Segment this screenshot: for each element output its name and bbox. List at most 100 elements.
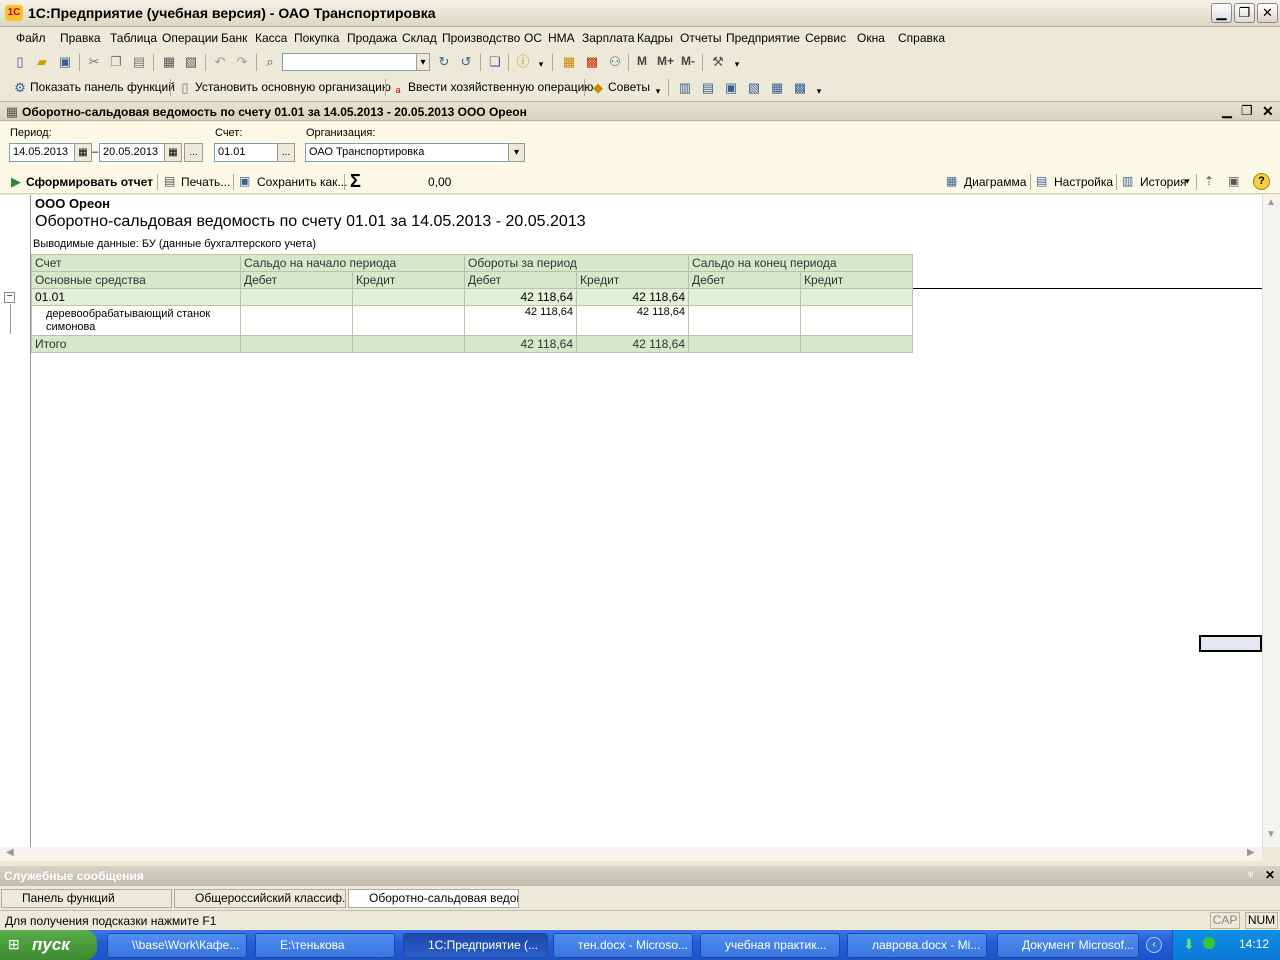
menu-purchase[interactable]: Покупка [294,31,339,45]
show-panel-button[interactable]: Показать панель функций [30,80,175,94]
pin-icon[interactable]: ᵠ [1248,868,1253,882]
info-dropdown-icon[interactable]: ▾ [533,56,549,72]
service-close-button[interactable]: ✕ [1265,868,1275,882]
vertical-scrollbar[interactable]: ▲ ▼ [1262,195,1280,847]
save-icon[interactable]: ▣ [57,54,73,70]
tab-classifier[interactable]: Общероссийский классиф... [174,889,346,908]
scroll-up-icon[interactable]: ▲ [1266,197,1276,208]
task-practice[interactable]: учебная практик... [700,933,840,958]
minimize-button[interactable]: ▁ [1211,3,1232,23]
period-from-field[interactable]: 14.05.2013 [9,143,75,162]
tools-icon[interactable]: ⚒ [710,54,726,70]
task-base-work[interactable]: \\base\Work\Кафе... [107,933,247,958]
find-next-icon[interactable]: ↻ [436,54,452,70]
menu-operations[interactable]: Операции [162,31,218,45]
analysis-icon[interactable]: ▧ [746,80,762,96]
task-document[interactable]: Документ Microsof... [997,933,1139,958]
menu-file[interactable]: Файл [16,31,46,45]
doc-restore-button[interactable]: ❐ [1241,103,1253,119]
menu-os[interactable]: ОС [524,31,542,45]
scroll-left-icon[interactable]: ◀ [6,847,14,858]
set-organization-button[interactable]: Установить основную организацию [195,80,391,94]
balance-icon[interactable]: ▤ [700,80,716,96]
task-ten-docx[interactable]: тен.docx - Microso... [553,933,693,958]
undo-icon[interactable]: ↶ [212,54,228,70]
calendar-from-icon[interactable]: ▦ [74,143,92,162]
reports-dropdown-icon[interactable]: ▾ [811,83,827,99]
scroll-right-icon[interactable]: ▶ [1247,847,1255,858]
users-icon[interactable]: ⚇ [607,54,623,70]
register-icon[interactable]: ▦ [769,80,785,96]
account-field[interactable]: 01.01 [214,143,278,162]
collapse-group-icon[interactable]: − [4,292,15,303]
print-icon[interactable]: ▦ [161,54,177,70]
history-button[interactable]: История [1140,175,1187,189]
card-icon[interactable]: ▣ [723,80,739,96]
memory-minus-button[interactable]: M- [681,54,695,68]
organization-dropdown-icon[interactable]: ▾ [508,143,525,162]
new-document-icon[interactable]: ▯ [12,54,28,70]
search-dropdown-icon[interactable]: ▾ [416,53,430,71]
menu-edit[interactable]: Правка [60,31,101,45]
menu-sales[interactable]: Продажа [347,31,397,45]
menu-nma[interactable]: НМА [548,31,575,45]
menu-cash[interactable]: Касса [255,31,287,45]
windows-icon[interactable]: ❏ [487,54,503,70]
menu-reports[interactable]: Отчеты [680,31,721,45]
menu-help[interactable]: Справка [898,31,945,45]
tray-expand-icon[interactable]: ‹ [1146,937,1162,953]
period-to-field[interactable]: 20.05.2013 [99,143,165,162]
menu-production[interactable]: Производство [442,31,520,45]
table-row-detail[interactable]: деревообрабатывающий станок симонова 42 … [31,305,913,336]
memory-plus-button[interactable]: M+ [657,54,674,68]
enter-operation-button[interactable]: Ввести хозяйственную операцию [408,80,593,94]
menu-enterprise[interactable]: Предприятие [726,31,800,45]
export-icon[interactable]: ⇡ [1204,174,1214,188]
print-button[interactable]: Печать... [181,175,230,189]
organization-field[interactable]: ОАО Транспортировка [305,143,509,162]
close-button[interactable]: ✕ [1257,3,1278,23]
period-select-button[interactable]: ... [184,143,203,162]
menu-service[interactable]: Сервис [805,31,846,45]
menu-windows[interactable]: Окна [857,31,885,45]
save-settings-icon[interactable]: ▣ [1228,174,1239,188]
menu-warehouse[interactable]: Склад [402,31,437,45]
active-cell-cursor[interactable] [1199,635,1262,652]
task-tenkova[interactable]: E:\тенькова [255,933,395,958]
table-row-total[interactable]: Итого 42 118,64 42 118,64 [31,335,913,353]
paste-icon[interactable]: ▤ [131,54,147,70]
tips-dropdown-icon[interactable]: ▾ [650,83,666,99]
network-icon[interactable] [1203,937,1215,949]
menu-salary[interactable]: Зарплата [582,31,635,45]
search-icon[interactable]: ⌕ [262,54,278,70]
tools-dropdown-icon[interactable]: ▾ [729,56,745,72]
menu-bank[interactable]: Банк [221,31,247,45]
find-prev-icon[interactable]: ↺ [458,54,474,70]
print-preview-icon[interactable]: ▧ [183,54,199,70]
restore-button[interactable]: ❐ [1234,3,1255,23]
task-lavrova-docx[interactable]: лаврова.docx - Mi... [847,933,987,958]
cut-icon[interactable]: ✂ [86,54,102,70]
menu-hr[interactable]: Кадры [637,31,673,45]
tips-button[interactable]: Советы [608,80,650,94]
tab-balance-sheet[interactable]: Оборотно-сальдовая ведом... [348,889,519,908]
calculator-icon[interactable]: ▦ [561,54,577,70]
account-select-button[interactable]: ... [277,143,295,162]
copy-icon[interactable]: ❐ [108,54,124,70]
open-folder-icon[interactable]: ▰ [34,54,50,70]
calendar-to-icon[interactable]: ▦ [164,143,182,162]
download-icon[interactable]: ⬇ [1183,936,1195,953]
history-dropdown-icon[interactable]: ▾ [1185,176,1190,187]
journal-icon[interactable]: ▥ [677,80,693,96]
scroll-down-icon[interactable]: ▼ [1266,829,1276,840]
generate-report-button[interactable]: Сформировать отчет [26,175,153,189]
table-row-account[interactable]: 01.01 42 118,64 42 118,64 [31,288,913,306]
settings-button[interactable]: Настройка [1054,175,1113,189]
memory-button[interactable]: M [637,54,647,68]
redo-icon[interactable]: ↷ [234,54,250,70]
doc-close-button[interactable]: ✕ [1262,103,1274,120]
task-1c[interactable]: 1С:Предприятие (... [403,933,548,958]
help-icon[interactable]: ? [1253,173,1270,190]
menu-table[interactable]: Таблица [110,31,157,45]
search-input[interactable] [282,53,418,71]
